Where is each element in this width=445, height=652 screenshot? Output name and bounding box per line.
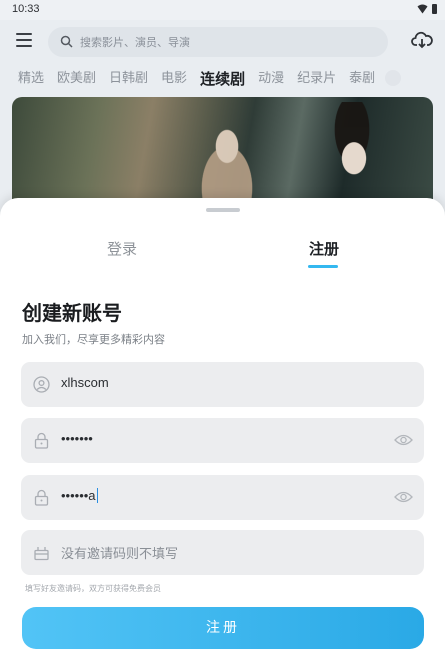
- cloud-download-icon[interactable]: [411, 30, 433, 50]
- status-time: 10:33: [12, 3, 40, 15]
- invite-code-placeholder: 没有邀请码则不填写: [61, 547, 179, 562]
- username-value: xlhscom: [61, 375, 109, 390]
- search-placeholder: 搜索影片、演员、导演: [80, 36, 190, 49]
- status-bar: 10:33: [0, 0, 445, 20]
- category-tab[interactable]: 泰剧: [349, 66, 375, 92]
- eye-icon[interactable]: [394, 433, 413, 447]
- text-caret: [96, 488, 99, 503]
- confirm-password-value: ••••••a: [61, 488, 99, 503]
- lock-icon: [34, 489, 49, 506]
- invite-code-field[interactable]: 没有邀请码则不填写: [21, 530, 424, 575]
- confirm-password-text: ••••••a: [61, 488, 96, 503]
- category-tabs: 精选 欧美剧 日韩剧 电影 连续剧 动漫 纪录片 泰剧: [18, 66, 405, 92]
- tabs-more-icon[interactable]: [385, 70, 401, 86]
- search-icon: [60, 35, 73, 48]
- confirm-password-field[interactable]: ••••••a: [21, 475, 424, 520]
- tab-login[interactable]: 登录: [107, 239, 137, 259]
- register-button[interactable]: 注册: [22, 607, 424, 649]
- lock-icon: [34, 432, 49, 449]
- form-title: 创建新账号: [22, 301, 122, 325]
- eye-icon[interactable]: [394, 490, 413, 504]
- user-icon: [33, 376, 50, 393]
- username-field[interactable]: xlhscom: [21, 362, 424, 407]
- register-sheet: 登录 注册 创建新账号 加入我们，尽享更多精彩内容 xlhscom ••••••…: [0, 198, 445, 652]
- drag-handle[interactable]: [206, 208, 240, 212]
- status-icons: [417, 4, 437, 14]
- password-value: •••••••: [61, 431, 93, 446]
- menu-icon[interactable]: [16, 33, 32, 47]
- category-tab[interactable]: 欧美剧: [57, 66, 96, 92]
- category-tab[interactable]: 精选: [18, 66, 44, 92]
- search-input[interactable]: 搜索影片、演员、导演: [48, 27, 388, 57]
- top-bar: 搜索影片、演员、导演: [0, 20, 445, 64]
- password-field[interactable]: •••••••: [21, 418, 424, 463]
- battery-icon: [432, 4, 437, 14]
- form-subtitle: 加入我们，尽享更多精彩内容: [22, 333, 165, 346]
- category-tab[interactable]: 日韩剧: [109, 66, 148, 92]
- wifi-icon: [417, 4, 428, 14]
- tab-indicator: [308, 265, 338, 268]
- gift-icon: [34, 547, 49, 561]
- category-tab[interactable]: 电影: [161, 66, 187, 92]
- category-tab[interactable]: 动漫: [258, 66, 284, 92]
- category-tab[interactable]: 连续剧: [200, 66, 245, 92]
- category-tab[interactable]: 纪录片: [297, 66, 336, 92]
- tab-register[interactable]: 注册: [309, 239, 339, 259]
- invite-hint: 填写好友邀请码，双方可获得免费会员: [25, 584, 161, 593]
